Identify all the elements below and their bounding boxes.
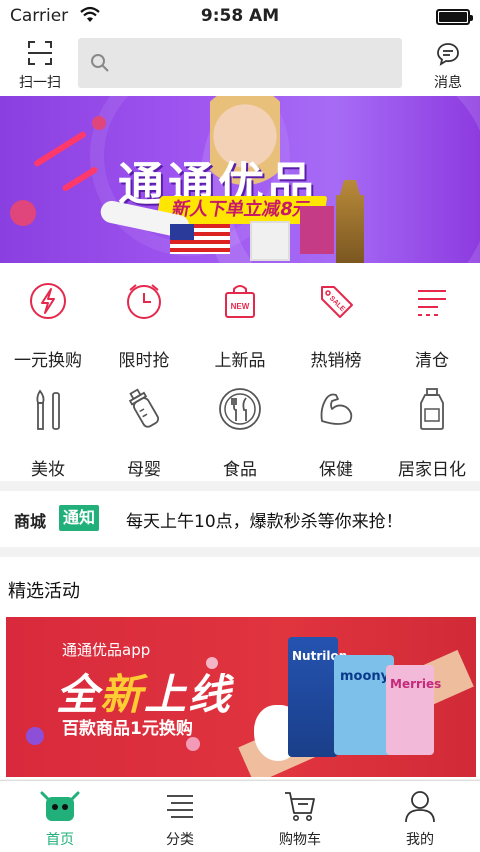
product-name: Merries [390,677,442,691]
product-box-image [300,206,334,254]
category-health[interactable]: 保健 [288,387,384,480]
hero-banner[interactable]: 通通优品 新人下单立减8元 [0,96,480,263]
category-household[interactable]: 居家日化 [384,387,480,480]
tab-label: 首页 [46,832,74,848]
home-mascot-icon [40,791,80,821]
profile-icon [405,791,435,823]
search-icon [91,54,109,72]
scan-label: 扫一扫 [19,75,61,91]
search-input[interactable] [118,38,388,88]
status-bar: Carrier 9:58 AM [0,0,480,34]
top-header: 扫一扫 消息 [0,34,480,96]
notice-tag: 通知 [59,505,100,531]
menu-lines-icon [418,290,446,316]
tab-label: 购物车 [279,832,321,848]
decor-orb [186,737,200,751]
category-label: 母婴 [127,460,161,480]
product-can-image: Nutrilon [288,637,347,757]
category-label: 居家日化 [398,460,466,480]
bottom-tab-bar: 首页 分类 购物车 我的 [0,780,480,852]
makeup-brush-icon [36,389,60,430]
category-flash[interactable]: 限时抢 [96,281,192,371]
clock-icon [127,284,161,319]
headline-part-highlight: 新 [100,670,145,719]
product-name: moony [340,669,390,684]
category-label: 上新品 [214,351,266,371]
diaper-pack-image: moony [334,655,394,755]
shopping-bag-new-icon: NEW [225,285,255,318]
banner-decor-dot [10,200,36,226]
tab-label: 分类 [166,832,194,848]
promo-tagline: 百款商品1元换购 [62,719,193,739]
product-box-image [250,221,290,261]
category-yiyuan[interactable]: 一元换购 [0,281,96,371]
banner-decor-streak [32,130,88,168]
banner-decor-dot [92,116,106,130]
sale-tag-icon: SALE [321,286,353,318]
category-grid: 一元换购 限时抢 NEW 上新品 SALE 热销榜 清仓 美妆 母婴 食品 保健… [0,263,480,481]
tab-profile[interactable]: 我的 [360,789,480,849]
section-title: 精选活动 [8,581,80,602]
headline-part: 上线 [144,670,233,719]
messages-label: 消息 [434,75,462,91]
headline-part: 全 [56,670,101,719]
category-new[interactable]: NEW 上新品 [192,281,288,371]
category-label: 食品 [223,460,257,480]
cart-icon [285,792,315,821]
category-baby[interactable]: 母婴 [96,387,192,480]
baby-bottle-icon [128,388,159,428]
promo-banner[interactable]: 通通优品app 全新上线 百款商品1元换购 Nutrilon moony Mer… [6,617,476,777]
promo-headline: 全新上线 [56,661,232,722]
category-food[interactable]: 食品 [192,387,288,480]
detergent-bottle-icon [420,388,444,430]
clock-time: 9:58 AM [200,6,280,26]
announcement-bar[interactable]: 商城 通知 每天上午10点，爆款秒杀等你来抢！ [0,491,480,547]
scan-icon [28,41,52,65]
category-label: 一元换购 [14,351,82,371]
tab-label: 我的 [406,832,434,848]
category-label: 美妆 [31,460,65,480]
muscle-arm-icon [320,393,353,425]
lightning-icon [30,283,66,319]
tab-cart[interactable]: 购物车 [240,789,360,849]
category-beauty[interactable]: 美妆 [0,387,96,480]
tab-categories[interactable]: 分类 [120,789,240,849]
diaper-pack-image: Merries [386,665,441,755]
promo-app-name: 通通优品app [62,641,151,659]
list-icon [167,795,193,818]
notice-text: 每天上午10点，爆款秒杀等你来抢！ [126,512,403,532]
featured-section: 精选活动 通通优品app 全新上线 百款商品1元换购 Nutrilon moon… [0,557,480,779]
messages-button[interactable]: 消息 [426,42,470,92]
category-hot[interactable]: SALE 热销榜 [288,281,384,371]
svg-text:NEW: NEW [231,302,250,311]
category-label: 限时抢 [118,351,170,371]
plate-cutlery-icon [219,388,261,430]
mall-logo: 商城 [14,512,47,531]
tab-home[interactable]: 首页 [0,789,120,849]
flag-image [170,224,230,254]
category-clearance[interactable]: 清仓 [384,281,480,371]
battery-icon [436,9,473,25]
scan-button[interactable]: 扫一扫 [14,40,66,92]
decor-orb [26,727,44,745]
category-label: 清仓 [415,351,449,371]
chat-bubble-icon [437,43,459,66]
category-label: 保健 [319,460,353,480]
search-bar[interactable] [78,38,402,88]
category-label: 热销榜 [310,351,362,371]
